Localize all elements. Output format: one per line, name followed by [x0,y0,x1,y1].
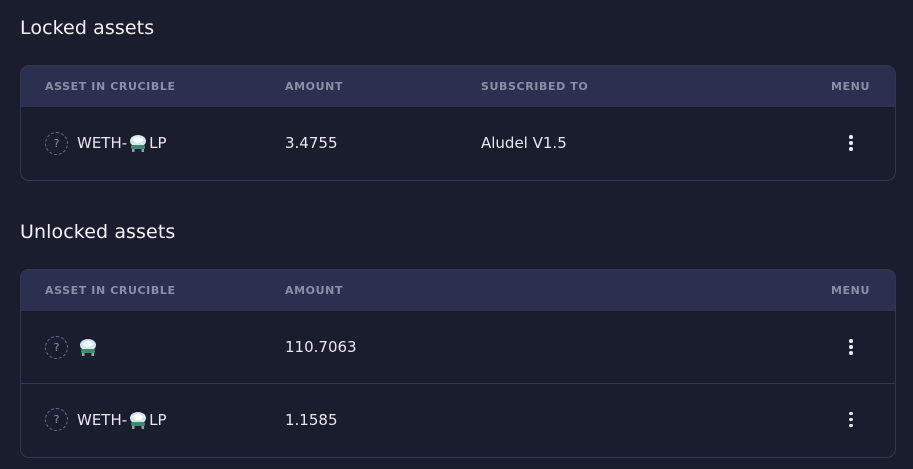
asset-cell: ? WETH- LP [45,131,167,155]
unlocked-assets-table: ASSET IN CRUCIBLE AMOUNT MENU ? 110.7063 [20,269,896,458]
asset-name-suffix: LP [149,134,167,152]
locked-assets-title: Locked assets [20,17,155,39]
column-header-subscribed: SUBSCRIBED TO [481,80,589,93]
locked-assets-table: ASSET IN CRUCIBLE AMOUNT SUBSCRIBED TO M… [20,65,896,181]
unlocked-assets-title: Unlocked assets [20,221,176,243]
table-row: ? 110.7063 [21,311,895,383]
asset-cell: ? [45,335,99,359]
asset-cell: ? WETH- LP [45,408,167,431]
more-options-icon[interactable] [843,131,859,155]
unknown-token-icon: ? [45,131,68,155]
unknown-token-icon: ? [45,335,68,359]
unknown-token-icon: ? [45,408,68,431]
table-row: ? WETH- LP 3.4755 Aludel V1.5 [21,107,895,179]
column-header-asset: ASSET IN CRUCIBLE [45,80,176,93]
amount-cell: 3.4755 [285,134,338,152]
column-header-amount: AMOUNT [285,80,344,93]
asset-name: WETH- LP [77,411,167,429]
column-header-menu: MENU [831,80,870,93]
table-header: ASSET IN CRUCIBLE AMOUNT SUBSCRIBED TO M… [21,66,895,107]
table-header: ASSET IN CRUCIBLE AMOUNT MENU [21,270,895,311]
amount-cell: 1.1585 [285,410,338,429]
table-row: ? WETH- LP 1.1585 [21,383,895,455]
more-options-icon[interactable] [843,408,859,432]
asset-name-prefix: WETH- [77,134,128,152]
column-header-menu: MENU [831,284,870,297]
alembic-icon [130,135,147,152]
column-header-amount: AMOUNT [285,284,344,297]
asset-name: WETH- LP [77,134,167,152]
asset-name-prefix: WETH- [77,410,128,429]
subscribed-cell: Aludel V1.5 [481,134,567,152]
asset-name-suffix: LP [149,410,167,429]
alembic-icon [130,411,147,429]
amount-cell: 110.7063 [285,338,357,356]
more-options-icon[interactable] [843,335,859,359]
alembic-icon [80,339,96,356]
column-header-asset: ASSET IN CRUCIBLE [45,284,176,297]
